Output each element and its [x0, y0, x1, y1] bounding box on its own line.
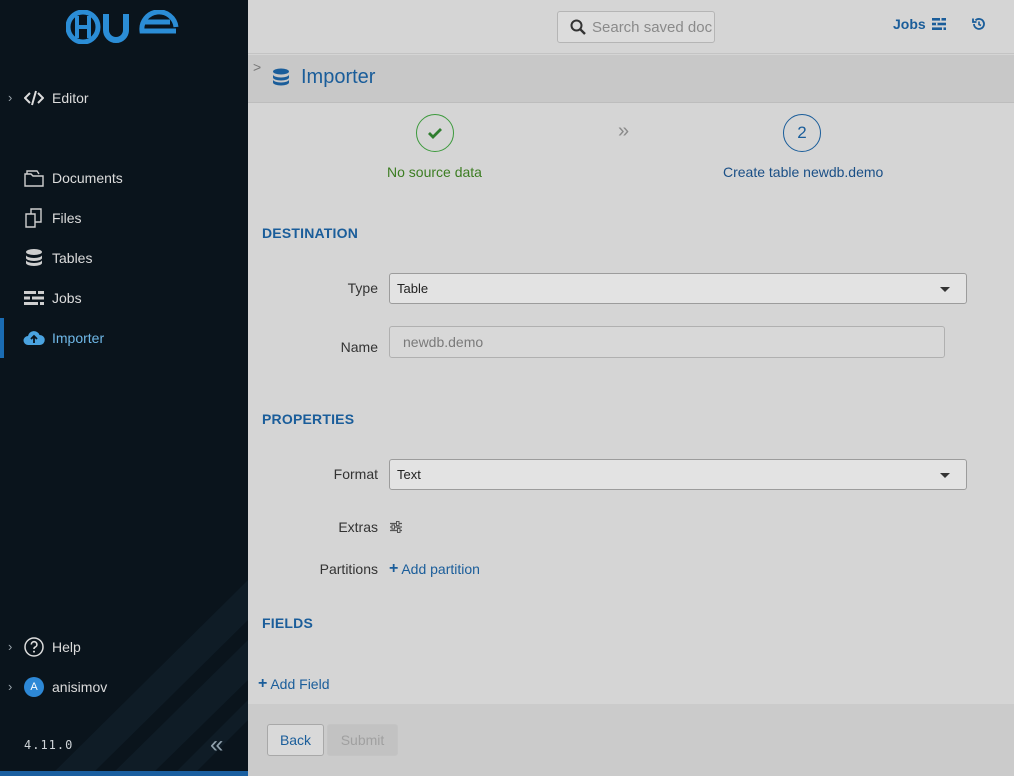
top-bar: Jobs	[248, 0, 1014, 54]
add-partition-label: Add partition	[401, 561, 480, 577]
sidebar-item-label: Editor	[52, 90, 89, 106]
chevron-right-icon[interactable]: >	[253, 59, 261, 75]
jobs-label: Jobs	[893, 16, 926, 32]
hue-logo[interactable]	[66, 10, 182, 44]
form-footer: Back Submit	[248, 704, 1014, 776]
extras-label: Extras	[338, 519, 378, 535]
submit-button[interactable]: Submit	[327, 724, 398, 756]
format-select-value: Text	[397, 467, 421, 482]
sidebar-item-label: Jobs	[52, 290, 82, 306]
chevron-right-icon[interactable]: ›	[8, 91, 18, 105]
sidebar-item-help[interactable]: › Help	[0, 627, 248, 667]
type-label: Type	[347, 280, 378, 296]
step-label[interactable]: No source data	[387, 164, 482, 180]
sidebar-item-files[interactable]: Files	[0, 198, 248, 238]
add-field-link[interactable]: + Add Field	[258, 675, 330, 693]
chevron-right-icon[interactable]: ›	[8, 680, 18, 694]
cloud-upload-icon	[23, 328, 45, 348]
sidebar-item-importer[interactable]: Importer	[0, 318, 248, 358]
help-icon	[23, 637, 45, 657]
fields-section-title: FIELDS	[262, 615, 313, 631]
sidebar-item-label: Documents	[52, 170, 123, 186]
back-button[interactable]: Back	[267, 724, 324, 756]
sidebar-item-label: Tables	[52, 250, 93, 266]
search-input[interactable]	[592, 18, 712, 36]
sidebar-bottom-accent	[0, 771, 248, 776]
plus-icon: +	[389, 560, 399, 577]
add-field-label: Add Field	[270, 676, 330, 692]
type-select-value: Table	[397, 281, 429, 296]
plus-icon: +	[258, 675, 268, 692]
name-label: Name	[340, 339, 378, 355]
app-header: > Importer	[248, 55, 1014, 103]
search-icon	[570, 19, 586, 35]
sidebar-item-documents[interactable]: Documents	[0, 158, 248, 198]
avatar: A	[23, 677, 45, 697]
destination-section-title: DESTINATION	[262, 225, 359, 241]
sidebar-item-label: Files	[52, 210, 82, 226]
chevron-right-icon[interactable]: ›	[8, 640, 18, 654]
step-label[interactable]: Create table newdb.demo	[723, 164, 883, 180]
type-select[interactable]: Table	[389, 273, 967, 304]
format-label: Format	[333, 466, 378, 482]
name-input[interactable]	[389, 326, 945, 358]
sidebar: › Editor Documents Files Tables Jobs Imp…	[0, 0, 248, 776]
sidebar-item-label: anisimov	[52, 679, 108, 695]
sidebar-item-tables[interactable]: Tables	[0, 238, 248, 278]
documents-icon	[23, 168, 45, 188]
database-icon	[273, 68, 289, 86]
sidebar-item-label: Help	[52, 639, 81, 655]
active-indicator	[0, 318, 4, 358]
history-icon[interactable]	[970, 15, 988, 33]
step-complete-indicator[interactable]	[416, 114, 454, 152]
caret-down-icon	[940, 287, 950, 292]
jobs-icon	[931, 18, 946, 30]
sidebar-item-label: Importer	[52, 330, 105, 346]
search-box[interactable]	[557, 11, 715, 43]
caret-down-icon	[940, 473, 950, 478]
double-chevron-right-icon: »	[618, 120, 630, 142]
sidebar-item-jobs[interactable]: Jobs	[0, 278, 248, 318]
sliders-icon[interactable]	[389, 521, 403, 533]
check-icon	[428, 128, 442, 139]
sidebar-item-user[interactable]: › A anisimov	[0, 667, 248, 707]
code-icon	[23, 88, 45, 108]
step-number[interactable]: 2	[783, 114, 821, 152]
page-title: Importer	[301, 66, 376, 88]
files-icon	[23, 208, 45, 228]
partitions-label: Partitions	[319, 561, 378, 577]
jobs-button[interactable]: Jobs	[893, 16, 946, 32]
jobs-icon	[23, 288, 45, 308]
avatar-initial: A	[24, 677, 44, 697]
add-partition-link[interactable]: + Add partition	[389, 560, 480, 578]
format-select[interactable]: Text	[389, 459, 967, 490]
sidebar-item-editor[interactable]: › Editor	[0, 78, 248, 118]
database-icon	[23, 248, 45, 268]
collapse-sidebar-icon[interactable]: «	[210, 733, 232, 757]
version-label: 4.11.0	[24, 738, 74, 752]
properties-section-title: PROPERTIES	[262, 411, 355, 427]
